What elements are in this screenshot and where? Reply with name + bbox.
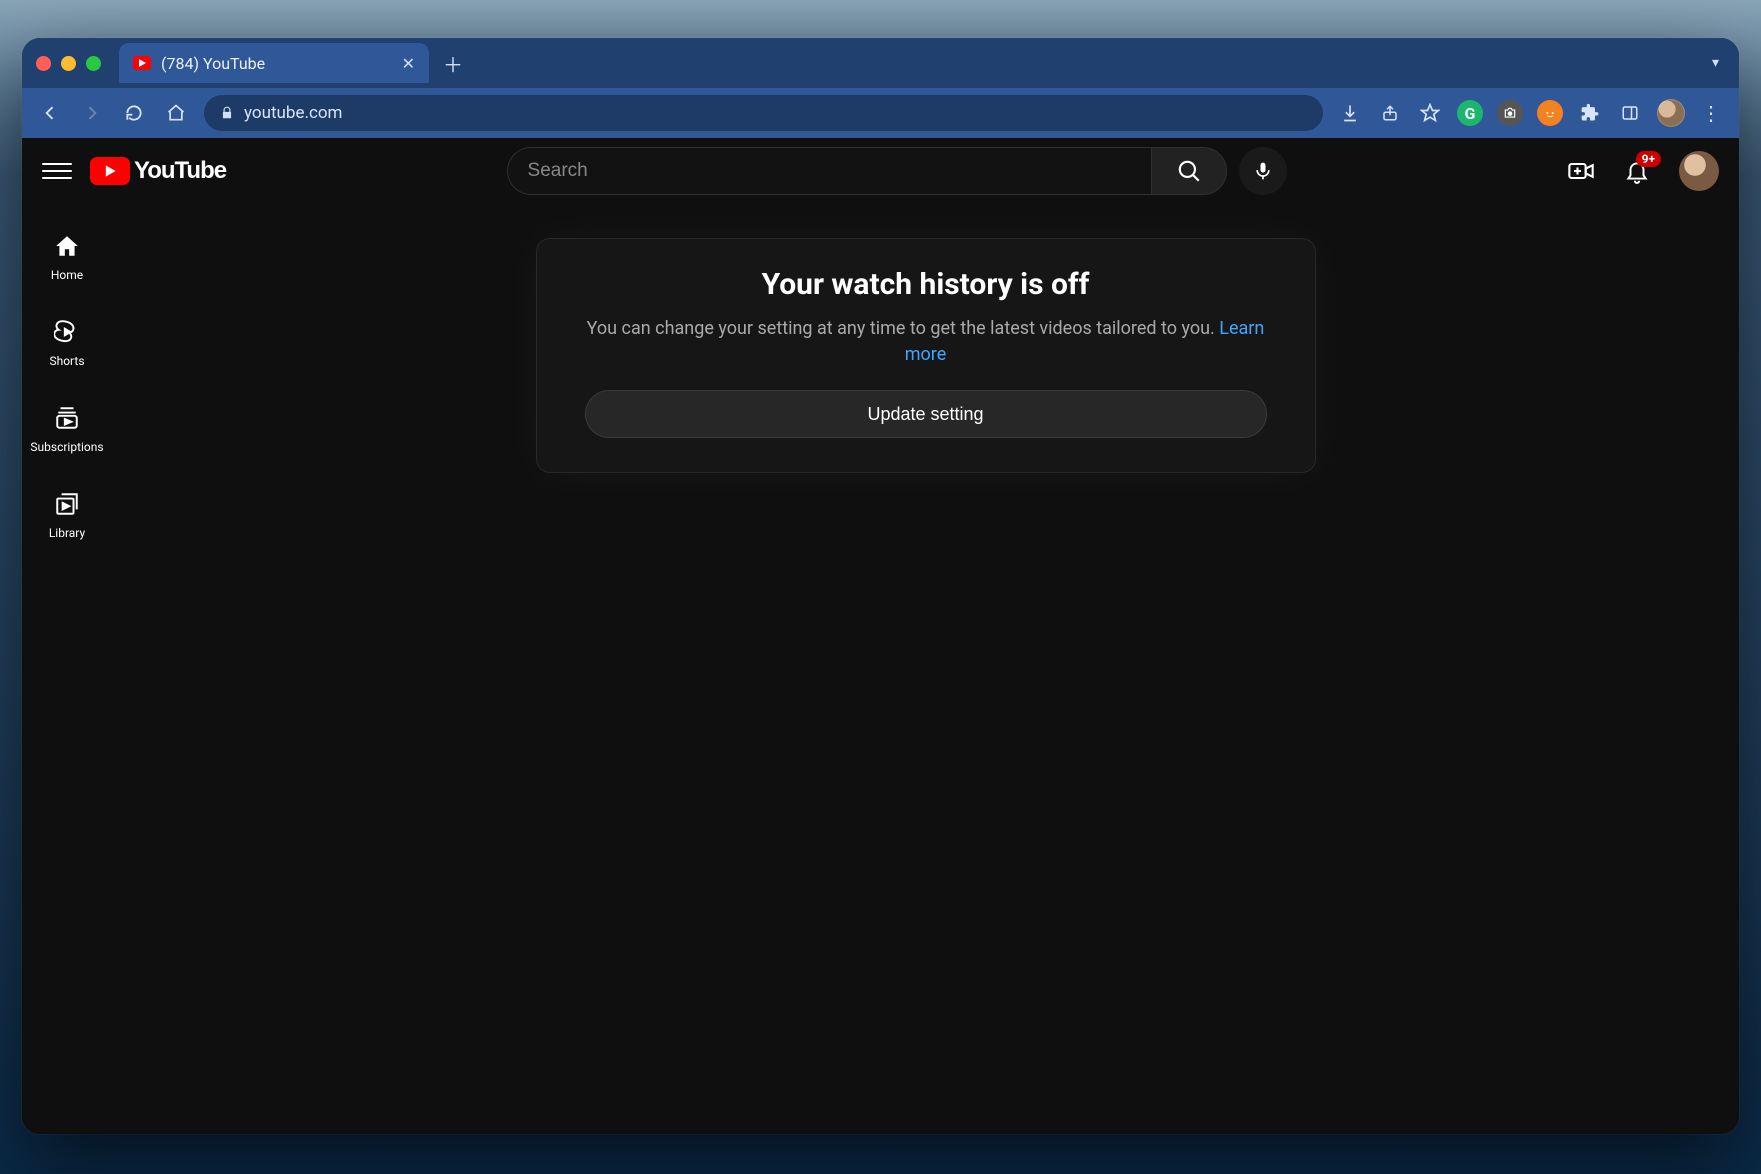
nav-home-button[interactable] xyxy=(162,99,190,127)
card-body-text: You can change your setting at any time … xyxy=(587,318,1220,339)
side-panel-icon[interactable] xyxy=(1617,100,1643,126)
youtube-app: YouTube 9+ xyxy=(22,138,1739,1134)
voice-search-button[interactable] xyxy=(1239,147,1287,195)
yt-sidebar: Home Shorts Subscriptions Library xyxy=(22,204,112,1134)
library-icon xyxy=(53,490,81,518)
subscriptions-icon xyxy=(53,404,81,432)
browser-window: (784) YouTube ✕ ＋ ▾ youtube.com xyxy=(22,38,1739,1134)
shorts-icon xyxy=(53,318,81,346)
window-controls xyxy=(36,56,101,71)
chrome-menu-button[interactable]: ⋮ xyxy=(1699,100,1725,126)
search-button[interactable] xyxy=(1151,147,1227,195)
sidebar-item-label: Home xyxy=(51,268,83,282)
sidebar-item-label: Shorts xyxy=(49,354,84,368)
omnibox[interactable]: youtube.com xyxy=(204,95,1323,131)
sidebar-item-label: Library xyxy=(49,526,85,540)
tab-title: (784) YouTube xyxy=(161,54,265,73)
account-avatar[interactable] xyxy=(1679,151,1719,191)
lock-icon xyxy=(220,106,234,120)
sidebar-item-subscriptions[interactable]: Subscriptions xyxy=(22,386,112,472)
toolbar-actions: G ⋮ xyxy=(1337,99,1725,127)
extension-grammarly-icon[interactable]: G xyxy=(1457,100,1483,126)
tabs-dropdown-button[interactable]: ▾ xyxy=(1712,55,1719,71)
create-video-button[interactable] xyxy=(1567,157,1595,185)
yt-header-actions: 9+ xyxy=(1567,151,1719,191)
downloads-icon[interactable] xyxy=(1337,100,1363,126)
window-minimize-button[interactable] xyxy=(61,56,76,71)
home-icon xyxy=(53,232,81,260)
watch-history-off-card: Your watch history is off You can change… xyxy=(536,238,1316,473)
chrome-profile-avatar[interactable] xyxy=(1657,99,1685,127)
youtube-logo-text: YouTube xyxy=(134,157,226,185)
yt-main: Your watch history is off You can change… xyxy=(112,204,1739,1134)
sidebar-item-label: Subscriptions xyxy=(30,440,103,454)
window-zoom-button[interactable] xyxy=(86,56,101,71)
share-icon[interactable] xyxy=(1377,100,1403,126)
card-title: Your watch history is off xyxy=(585,267,1267,302)
nav-reload-button[interactable] xyxy=(120,99,148,127)
notification-badge: 9+ xyxy=(1636,151,1661,167)
youtube-favicon-icon xyxy=(133,56,151,70)
notifications-button[interactable]: 9+ xyxy=(1623,157,1651,185)
youtube-play-icon xyxy=(90,157,130,185)
address-bar: youtube.com G xyxy=(22,88,1739,138)
youtube-logo[interactable]: YouTube xyxy=(90,157,226,185)
extensions-puzzle-icon[interactable] xyxy=(1577,100,1603,126)
extension-reddit-icon[interactable] xyxy=(1537,100,1563,126)
omnibox-url: youtube.com xyxy=(244,103,342,123)
window-close-button[interactable] xyxy=(36,56,51,71)
card-body: You can change your setting at any time … xyxy=(585,316,1267,368)
browser-tab[interactable]: (784) YouTube ✕ xyxy=(119,43,429,83)
bookmark-star-icon[interactable] xyxy=(1417,100,1443,126)
sidebar-item-home[interactable]: Home xyxy=(22,214,112,300)
tab-close-button[interactable]: ✕ xyxy=(402,54,415,73)
sidebar-item-library[interactable]: Library xyxy=(22,472,112,558)
update-setting-button[interactable]: Update setting xyxy=(585,390,1267,438)
tab-strip: (784) YouTube ✕ ＋ ▾ xyxy=(22,38,1739,88)
new-tab-button[interactable]: ＋ xyxy=(437,47,469,79)
search-input[interactable] xyxy=(507,147,1151,195)
nav-back-button[interactable] xyxy=(36,99,64,127)
hamburger-menu-button[interactable] xyxy=(42,156,72,186)
nav-forward-button[interactable] xyxy=(78,99,106,127)
yt-header: YouTube 9+ xyxy=(22,138,1739,204)
extension-camera-icon[interactable] xyxy=(1497,100,1523,126)
search-bar xyxy=(507,147,1227,195)
sidebar-item-shorts[interactable]: Shorts xyxy=(22,300,112,386)
